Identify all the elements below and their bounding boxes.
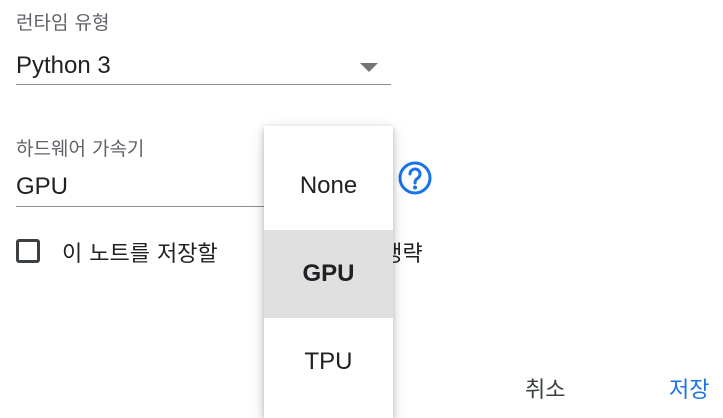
runtime-type-select[interactable]: Python 3 xyxy=(16,52,111,80)
accelerator-dropdown-menu: None GPU TPU xyxy=(264,126,393,418)
cancel-button[interactable]: 취소 xyxy=(525,372,565,404)
runtime-type-label: 런타임 유형 xyxy=(16,12,110,34)
chevron-down-icon[interactable] xyxy=(360,63,378,72)
menu-option-gpu[interactable]: GPU xyxy=(264,230,393,318)
hardware-accelerator-label: 하드웨어 가속기 xyxy=(16,138,145,160)
notebook-settings-dialog: 런타임 유형 Python 3 하드웨어 가속기 GPU 이 노트를 저장할 출… xyxy=(0,0,723,418)
save-button[interactable]: 저장 xyxy=(669,372,709,404)
menu-option-none[interactable]: None xyxy=(264,142,393,230)
hardware-accelerator-underline xyxy=(16,206,264,207)
runtime-type-underline xyxy=(16,84,391,85)
omit-output-label-start: 이 노트를 저장할 xyxy=(62,242,225,267)
hardware-accelerator-select[interactable]: GPU xyxy=(16,173,68,201)
omit-output-checkbox[interactable] xyxy=(16,239,40,263)
menu-option-tpu[interactable]: TPU xyxy=(264,318,393,406)
help-circle-icon[interactable] xyxy=(397,160,433,196)
